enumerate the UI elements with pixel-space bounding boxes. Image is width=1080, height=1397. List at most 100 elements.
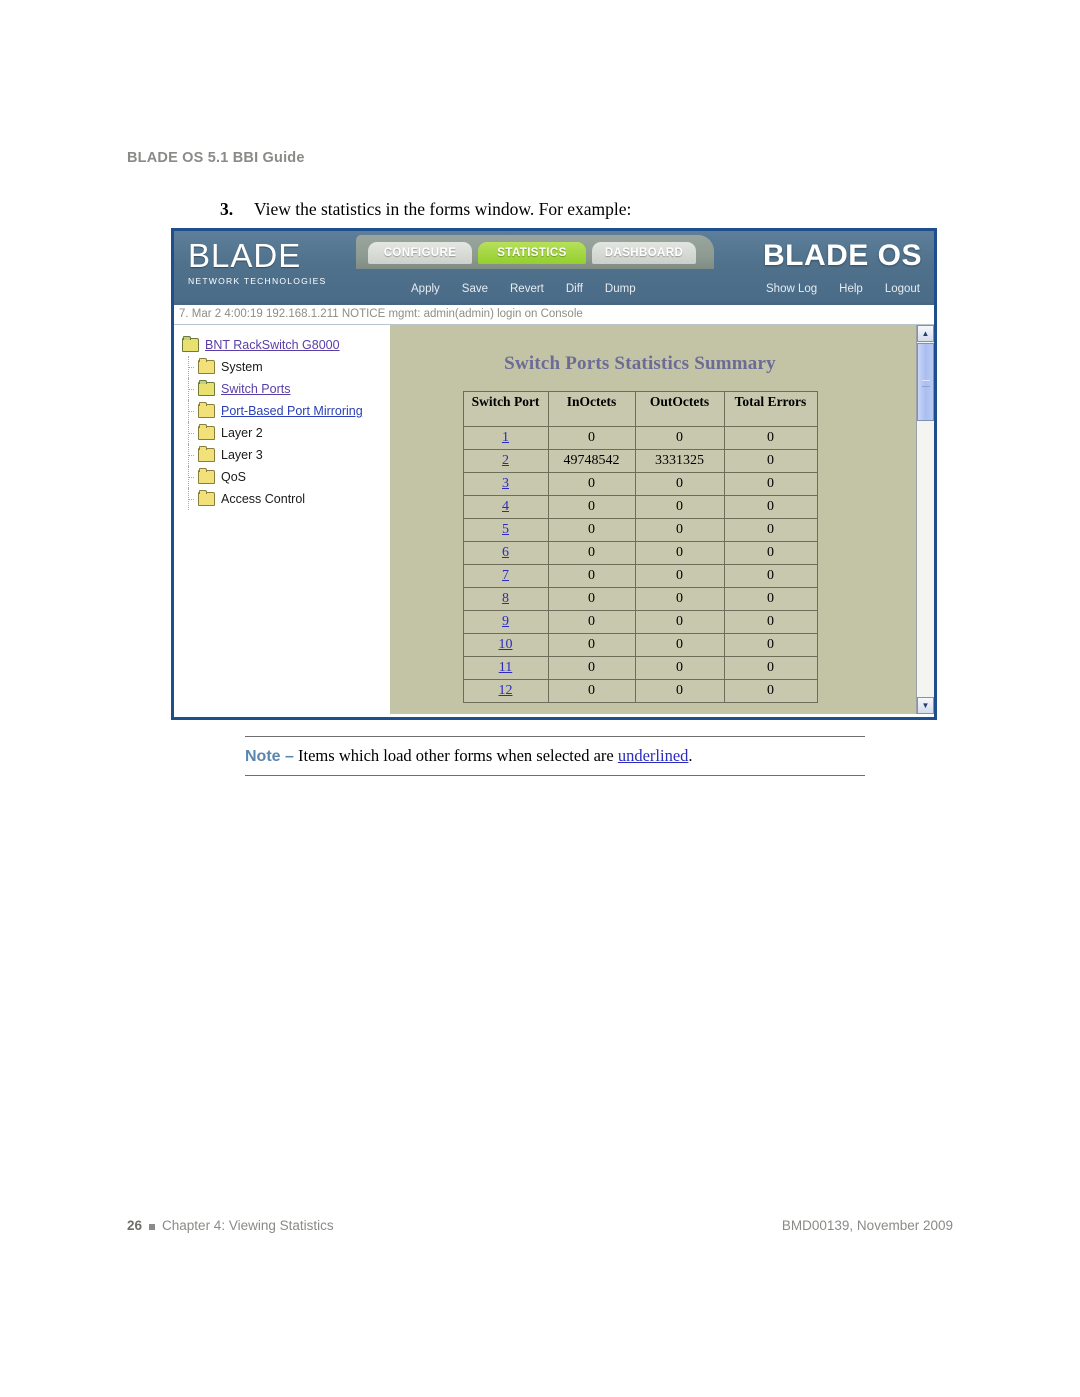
app-header: BLADE NETWORK TECHNOLOGIES CONFIGURE STA… — [174, 231, 934, 305]
table-row: 6000 — [462, 541, 818, 565]
app-body: BNT RackSwitch G8000 System Switch Ports… — [174, 325, 934, 714]
cell-inoctets: 0 — [547, 633, 636, 657]
apply-button[interactable]: Apply — [411, 283, 440, 295]
cell-outoctets: 0 — [634, 564, 725, 588]
navigation-tree[interactable]: BNT RackSwitch G8000 System Switch Ports… — [174, 325, 390, 714]
cell-total-errors: 0 — [723, 449, 818, 473]
cell-total-errors: 0 — [723, 495, 818, 519]
note-text-after: . — [688, 746, 693, 765]
table-header-row: Switch Port InOctets OutOctets Total Err… — [462, 391, 818, 427]
application-screenshot: BLADE NETWORK TECHNOLOGIES CONFIGURE STA… — [171, 228, 937, 720]
column-header-switch-port: Switch Port — [462, 391, 549, 427]
cell-total-errors: 0 — [723, 518, 818, 542]
table-row: 9000 — [462, 610, 818, 634]
note-block: Note – Items which load other forms when… — [245, 736, 865, 776]
tab-statistics[interactable]: STATISTICS — [478, 242, 586, 264]
logout-button[interactable]: Logout — [885, 283, 920, 295]
table-row: 12 0 0 0 — [462, 679, 818, 703]
cell-outoctets: 0 — [634, 610, 725, 634]
cell-switch-port: 11 — [462, 656, 549, 680]
cell-inoctets: 0 — [547, 564, 636, 588]
dump-button[interactable]: Dump — [605, 283, 636, 295]
switch-port-link[interactable]: 10 — [499, 637, 513, 652]
folder-icon — [198, 424, 215, 440]
cell-switch-port: 6 — [462, 541, 549, 565]
cell-outoctets: 0 — [634, 679, 725, 703]
vertical-scrollbar[interactable]: ▲ ▼ — [916, 325, 934, 714]
switch-port-link[interactable]: 4 — [502, 499, 509, 514]
column-header-inoctets: InOctets — [547, 391, 636, 427]
switch-port-link[interactable]: 11 — [499, 660, 512, 675]
column-header-total-errors: Total Errors — [723, 391, 818, 427]
folder-icon — [198, 468, 215, 484]
logo-subtitle: NETWORK TECHNOLOGIES — [188, 276, 327, 286]
cell-total-errors: 0 — [723, 656, 818, 680]
document-id: BMD00139, November 2009 — [781, 1218, 953, 1233]
scrollbar-thumb[interactable] — [917, 343, 934, 421]
tree-item-switch-ports[interactable]: Switch Ports — [182, 378, 390, 400]
cell-inoctets: 0 — [547, 472, 636, 496]
tree-item-label: QoS — [221, 470, 247, 484]
cell-switch-port: 7 — [462, 564, 549, 588]
table-row: 10 0 0 0 — [462, 633, 818, 657]
switch-port-link[interactable]: 1 — [502, 430, 509, 445]
step-number: 3. — [220, 199, 234, 219]
status-message-bar: 7. Mar 2 4:00:19 192.168.1.211 NOTICE mg… — [174, 305, 934, 325]
tree-item-qos[interactable]: QoS — [182, 466, 390, 488]
underlined-link[interactable]: underlined — [618, 746, 689, 765]
tab-dashboard[interactable]: DASHBOARD — [592, 242, 696, 264]
blade-logo: BLADE NETWORK TECHNOLOGIES — [188, 237, 358, 286]
tree-item-layer-2[interactable]: Layer 2 — [182, 422, 390, 444]
scroll-up-icon[interactable]: ▲ — [917, 325, 934, 342]
cell-total-errors: 0 — [723, 610, 818, 634]
cell-total-errors: 0 — [723, 426, 818, 450]
cell-outoctets: 0 — [634, 426, 725, 450]
tab-configure[interactable]: CONFIGURE — [368, 242, 472, 264]
folder-icon — [198, 446, 215, 462]
cell-total-errors: 0 — [723, 541, 818, 565]
save-button[interactable]: Save — [462, 283, 488, 295]
switch-port-link[interactable]: 6 — [502, 545, 509, 560]
cell-total-errors: 0 — [723, 587, 818, 611]
switch-port-link[interactable]: 8 — [502, 591, 509, 606]
table-body: 1 0 0 0 2 49748542 3331325 0 3 0 0 0 4 0 0 0 5 0 0 0 6 0 0 0 7 0 0… — [462, 426, 818, 703]
table-row: 8000 — [462, 587, 818, 611]
switch-port-link[interactable]: 9 — [502, 614, 509, 629]
diff-button[interactable]: Diff — [566, 283, 583, 295]
cell-outoctets: 0 — [634, 587, 725, 611]
cell-switch-port: 10 — [462, 633, 549, 657]
help-button[interactable]: Help — [839, 283, 863, 295]
tree-item-access-control[interactable]: Access Control — [182, 488, 390, 510]
footer-left: 26 Chapter 4: Viewing Statistics — [127, 1218, 334, 1233]
tree-item-label[interactable]: BNT RackSwitch G8000 — [205, 338, 340, 352]
revert-button[interactable]: Revert — [510, 283, 544, 295]
table-row: 3000 — [462, 472, 818, 496]
cell-inoctets: 0 — [547, 679, 636, 703]
switch-port-link[interactable]: 7 — [502, 568, 509, 583]
switch-port-link[interactable]: 5 — [502, 522, 509, 537]
switch-port-link[interactable]: 2 — [502, 453, 509, 468]
logo-wordmark: BLADE — [188, 237, 302, 274]
cell-outoctets: 0 — [634, 633, 725, 657]
cell-inoctets: 0 — [547, 610, 636, 634]
square-bullet-icon — [149, 1224, 156, 1230]
switch-port-link[interactable]: 12 — [499, 683, 513, 698]
tree-item-system[interactable]: System — [182, 356, 390, 378]
running-header: BLADE OS 5.1 BBI Guide — [127, 150, 305, 166]
table-row: 2 49748542 3331325 0 — [462, 449, 818, 473]
cell-total-errors: 0 — [723, 564, 818, 588]
table-row: 5000 — [462, 518, 818, 542]
folder-icon — [198, 402, 215, 418]
tree-item-label[interactable]: Switch Ports — [221, 382, 290, 396]
tree-item-layer-3[interactable]: Layer 3 — [182, 444, 390, 466]
scrollbar-grip-icon — [922, 380, 930, 387]
tree-item-bnt-rackswitch-g8000[interactable]: BNT RackSwitch G8000 — [182, 334, 390, 356]
cell-outoctets: 0 — [634, 656, 725, 680]
page-footer: 26 Chapter 4: Viewing Statistics BMD0013… — [127, 1218, 953, 1233]
tree-item-port-based-port-mirroring[interactable]: Port-Based Port Mirroring — [182, 400, 390, 422]
tree-item-label[interactable]: Port-Based Port Mirroring — [221, 404, 363, 418]
show-log-button[interactable]: Show Log — [766, 283, 817, 295]
switch-port-link[interactable]: 3 — [502, 476, 509, 491]
scroll-down-icon[interactable]: ▼ — [917, 697, 934, 714]
product-brand: BLADE OS — [762, 239, 922, 272]
